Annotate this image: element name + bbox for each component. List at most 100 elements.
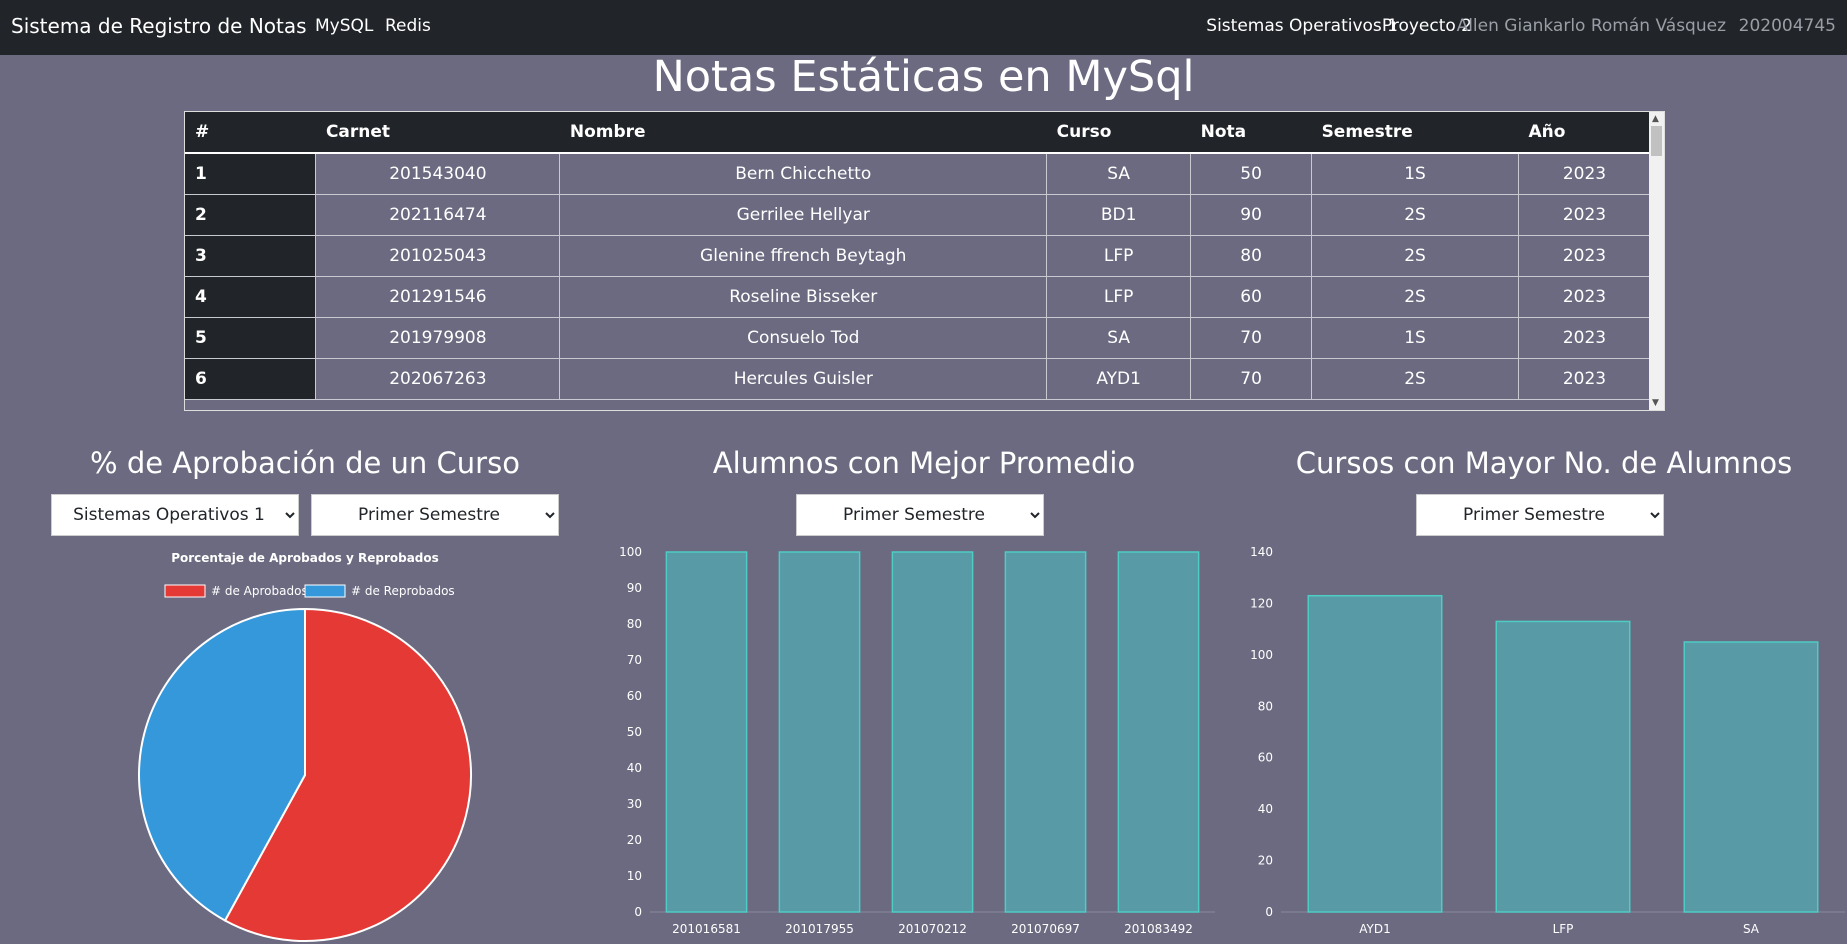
- table-row: 1 201543040 Bern Chicchetto SA 50 1S 2023: [185, 153, 1651, 195]
- y-tick-label: 20: [1258, 854, 1273, 868]
- header-index: #: [185, 112, 316, 154]
- best-average-semester-select[interactable]: Primer Semestre: [796, 494, 1044, 536]
- y-tick-label: 90: [627, 581, 642, 595]
- header-carnet: Carnet: [315, 112, 560, 154]
- y-tick-label: 140: [1250, 545, 1273, 559]
- x-tick-label: AYD1: [1359, 922, 1390, 936]
- x-tick-label: SA: [1743, 922, 1760, 936]
- cell-anio: 2023: [1518, 235, 1651, 277]
- top-courses-semester-select[interactable]: Primer Semestre: [1416, 494, 1664, 536]
- y-tick-label: 20: [627, 833, 642, 847]
- top-courses-section-title: Cursos con Mayor No. de Alumnos: [1295, 446, 1793, 480]
- grades-table: # Carnet Nombre Curso Nota Semestre Año …: [185, 112, 1651, 400]
- cell-curso: AYD1: [1046, 358, 1192, 400]
- y-tick-label: 0: [1265, 905, 1273, 919]
- cell-nota: 80: [1190, 235, 1313, 277]
- approval-pie-chart: Porcentaje de Aprobados y Reprobados # de…: [138, 551, 472, 942]
- cell-curso: LFP: [1046, 276, 1192, 318]
- cell-anio: 2023: [1518, 317, 1651, 359]
- legend-swatch-0: [164, 584, 206, 598]
- scroll-up-arrow-icon[interactable]: ▲: [1652, 114, 1659, 124]
- cell-curso: SA: [1046, 317, 1192, 359]
- cell-index: 2: [185, 194, 317, 236]
- nav-link-mysql[interactable]: MySQL: [315, 16, 373, 36]
- cell-semestre: 2S: [1311, 276, 1519, 318]
- x-tick-label: 201070697: [1011, 922, 1080, 936]
- page-title: Notas Estáticas en MySql: [652, 52, 1195, 102]
- cell-index: 5: [185, 317, 317, 359]
- navbar: Sistema de Registro de Notas MySQL Redis…: [0, 0, 1847, 55]
- cell-carnet: 201979908: [315, 317, 561, 359]
- y-tick-label: 80: [1258, 699, 1273, 713]
- y-tick-label: 100: [1250, 648, 1273, 662]
- nav-course-label: Sistemas Operativos 1: [1206, 16, 1398, 36]
- table-scrollbar[interactable]: ▲ ▼: [1649, 112, 1664, 410]
- y-tick-label: 30: [627, 797, 642, 811]
- approval-section-title: % de Aprobación de un Curso: [90, 446, 520, 480]
- y-tick-label: 10: [627, 869, 642, 883]
- cell-nota: 90: [1190, 194, 1313, 236]
- bar: [891, 551, 974, 913]
- nav-link-redis[interactable]: Redis: [385, 16, 431, 36]
- scroll-thumb[interactable]: [1651, 126, 1662, 156]
- cell-curso: LFP: [1046, 235, 1192, 277]
- x-tick-label: 201017955: [785, 922, 854, 936]
- x-tick-label: 201016581: [672, 922, 741, 936]
- cell-carnet: 202067263: [315, 358, 561, 400]
- bar: [665, 551, 748, 913]
- cell-carnet: 202116474: [315, 194, 561, 236]
- cell-carnet: 201025043: [315, 235, 561, 277]
- cell-index: 3: [185, 235, 317, 277]
- top-courses-bar-chart: 0 20 40 60 80 100 120 140 AYD1 LFP SA: [1250, 545, 1845, 936]
- grades-table-container[interactable]: # Carnet Nombre Curso Nota Semestre Año …: [184, 111, 1665, 411]
- table-row: 6 202067263 Hercules Guisler AYD1 70 2S 2023: [185, 358, 1651, 400]
- bar: [1117, 551, 1200, 913]
- y-tick-label: 50: [627, 725, 642, 739]
- navbar-brand[interactable]: Sistema de Registro de Notas: [11, 14, 307, 38]
- nav-author-id: 202004745: [1738, 16, 1836, 36]
- bar: [1495, 620, 1631, 913]
- best-average-bar-chart: 0 10 20 30 40 50 60 70 80 90 100 201016581 201017955…: [619, 545, 1215, 936]
- cell-carnet: 201291546: [315, 276, 561, 318]
- course-select[interactable]: Sistemas Operativos 1: [51, 494, 299, 536]
- cell-carnet: 201543040: [315, 153, 561, 195]
- y-tick-label: 100: [619, 545, 642, 559]
- cell-semestre: 1S: [1311, 153, 1519, 195]
- cell-nombre: Hercules Guisler: [559, 358, 1048, 400]
- bar: [1683, 641, 1819, 913]
- cell-index: 6: [185, 358, 317, 400]
- cell-nombre: Glenine ffrench Beytagh: [559, 235, 1048, 277]
- x-tick-label: 201070212: [898, 922, 967, 936]
- cell-nota: 50: [1190, 153, 1313, 195]
- y-tick-label: 60: [1258, 751, 1273, 765]
- y-tick-label: 80: [627, 617, 642, 631]
- header-nota: Nota: [1190, 112, 1312, 154]
- cell-index: 1: [185, 153, 317, 195]
- scroll-down-arrow-icon[interactable]: ▼: [1652, 398, 1659, 408]
- cell-nombre: Roseline Bisseker: [559, 276, 1048, 318]
- cell-semestre: 2S: [1311, 194, 1519, 236]
- y-tick-label: 40: [627, 761, 642, 775]
- cell-nombre: Consuelo Tod: [559, 317, 1048, 359]
- legend-label-0: # de Aprobados: [211, 584, 308, 598]
- approval-semester-select[interactable]: Primer Semestre: [311, 494, 559, 536]
- y-tick-label: 120: [1250, 596, 1273, 610]
- x-tick-label: LFP: [1553, 922, 1574, 936]
- y-tick-label: 60: [627, 689, 642, 703]
- table-row: 4 201291546 Roseline Bisseker LFP 60 2S 2023: [185, 276, 1651, 318]
- table-row: 2 202116474 Gerrilee Hellyar BD1 90 2S 2023: [185, 194, 1651, 236]
- table-header-row: # Carnet Nombre Curso Nota Semestre Año: [185, 112, 1651, 154]
- cell-semestre: 2S: [1311, 358, 1519, 400]
- legend-label-1: # de Reprobados: [351, 584, 455, 598]
- cell-index: 4: [185, 276, 317, 318]
- cell-anio: 2023: [1518, 358, 1651, 400]
- header-semestre: Semestre: [1311, 112, 1519, 154]
- table-row: 3 201025043 Glenine ffrench Beytagh LFP 80 2S…: [185, 235, 1651, 277]
- cell-nota: 60: [1190, 276, 1313, 318]
- y-tick-label: 40: [1258, 802, 1273, 816]
- cell-nombre: Bern Chicchetto: [559, 153, 1048, 195]
- best-average-section-title: Alumnos con Mejor Promedio: [712, 446, 1136, 480]
- cell-anio: 2023: [1518, 276, 1651, 318]
- bar: [1004, 551, 1087, 913]
- cell-nota: 70: [1190, 317, 1313, 359]
